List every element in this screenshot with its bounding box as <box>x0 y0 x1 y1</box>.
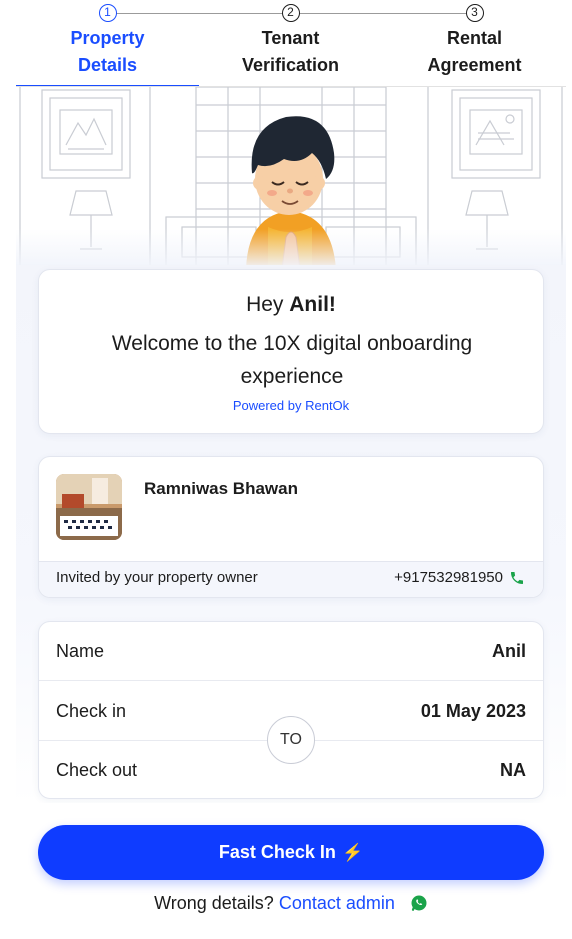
step-tenant-verification[interactable]: 2 Tenant Verification <box>199 0 382 86</box>
detail-value: 01 May 2023 <box>420 701 526 721</box>
step-number: 2 <box>281 4 300 22</box>
wrong-details-row: Wrong details? Contact admin <box>16 893 566 914</box>
progress-stepper: 1 Property Details 2 Tenant Verification… <box>16 0 566 88</box>
welcome-card: Hey Anil! Welcome to the 10X digital onb… <box>38 269 544 434</box>
welcome-illustration <box>16 87 566 269</box>
phone-icon[interactable] <box>509 570 525 586</box>
fast-check-in-button[interactable]: Fast Check In ⚡ <box>38 825 544 880</box>
step-rental-agreement[interactable]: 3 Rental Agreement <box>383 0 566 86</box>
detail-row-name: Name Anil <box>39 622 543 681</box>
wrong-details-text: Wrong details? <box>154 893 274 913</box>
owner-phone[interactable]: +917532981950 <box>394 569 503 586</box>
footer: Fast Check In ⚡ Wrong details? Contact a… <box>16 803 566 939</box>
invite-bar: Invited by your property owner +91753298… <box>39 561 543 597</box>
detail-key: Name <box>56 641 105 661</box>
greeting: Hey Anil! <box>39 290 543 320</box>
powered-by[interactable]: Powered by RentOk <box>39 398 543 413</box>
hero-fade <box>16 229 566 269</box>
user-name: Anil! <box>289 293 336 316</box>
property-card: Ramniwas Bhawan Invited by your property… <box>38 456 544 598</box>
step-property-details[interactable]: 1 Property Details <box>16 0 199 88</box>
property-photo <box>56 474 122 540</box>
contact-admin-link[interactable]: Contact admin <box>279 893 395 913</box>
step-number: 3 <box>465 4 484 22</box>
date-range-separator: TO <box>267 716 315 764</box>
welcome-message: Welcome to the 10X digital onboarding ex… <box>111 332 473 388</box>
booking-details-card: Name Anil Check in 01 May 2023 Check out… <box>38 621 544 799</box>
step-label: Property Details <box>70 28 145 75</box>
whatsapp-icon[interactable] <box>410 894 428 912</box>
property-name: Ramniwas Bhawan <box>144 479 298 498</box>
lightning-icon: ⚡ <box>341 842 364 862</box>
detail-value: Anil <box>492 641 526 661</box>
invited-by-text: Invited by your property owner <box>56 569 258 586</box>
cta-label: Fast Check In <box>218 842 336 862</box>
detail-key: Check in <box>56 701 127 721</box>
step-label: Tenant Verification <box>241 28 340 75</box>
detail-key: Check out <box>56 760 138 780</box>
step-label: Rental Agreement <box>427 28 522 75</box>
greeting-text: Hey <box>246 293 284 316</box>
detail-value: NA <box>500 760 526 780</box>
step-number: 1 <box>98 4 117 22</box>
